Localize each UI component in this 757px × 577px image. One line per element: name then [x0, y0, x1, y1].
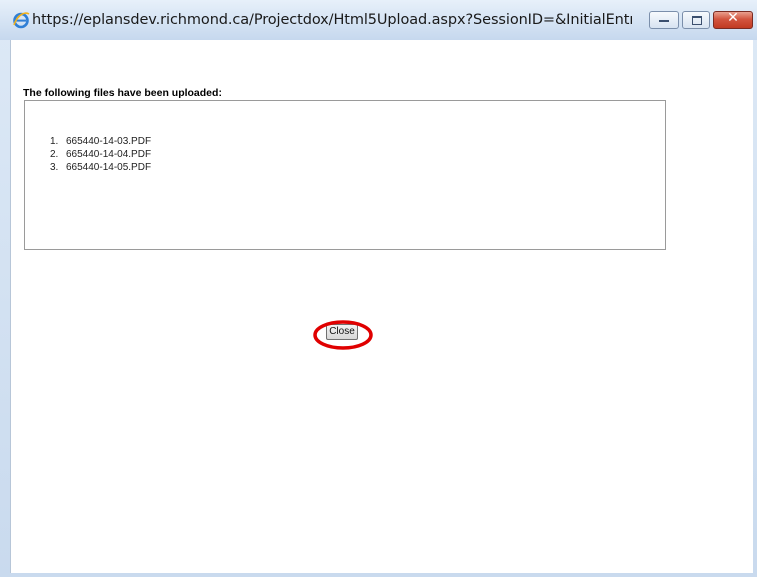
maximize-button[interactable] — [682, 11, 710, 29]
list-item: 2. 665440-14-04.PDF — [50, 148, 151, 161]
browser-popup-window: https://eplansdev.richmond.ca/Projectdox… — [0, 0, 757, 577]
close-button[interactable]: Close — [326, 324, 358, 340]
list-item: 3. 665440-14-05.PDF — [50, 161, 151, 174]
close-icon: ✕ — [727, 10, 739, 26]
file-name: 665440-14-04.PDF — [66, 149, 152, 160]
list-item: 1. 665440-14-03.PDF — [50, 135, 151, 148]
uploaded-files-box: 1. 665440-14-03.PDF 2. 665440-14-04.PDF 3.… — [24, 100, 666, 250]
minimize-button[interactable] — [649, 11, 679, 29]
minimize-icon — [659, 20, 669, 22]
list-item-number: 2. — [50, 149, 59, 160]
maximize-icon — [692, 16, 702, 25]
file-name: 665440-14-03.PDF — [66, 136, 152, 147]
file-name: 665440-14-05.PDF — [66, 162, 152, 173]
list-item-number: 1. — [50, 136, 59, 147]
page-content: The following files have been uploaded: … — [10, 40, 753, 573]
internet-explorer-icon — [12, 11, 30, 29]
window-title: https://eplansdev.richmond.ca/Projectdox… — [32, 12, 632, 28]
uploaded-files-list: 1. 665440-14-03.PDF 2. 665440-14-04.PDF 3.… — [50, 135, 151, 174]
upload-heading: The following files have been uploaded: — [23, 87, 222, 99]
window-close-button[interactable]: ✕ — [713, 10, 753, 29]
list-item-number: 3. — [50, 162, 59, 173]
title-bar[interactable]: https://eplansdev.richmond.ca/Projectdox… — [0, 0, 757, 40]
